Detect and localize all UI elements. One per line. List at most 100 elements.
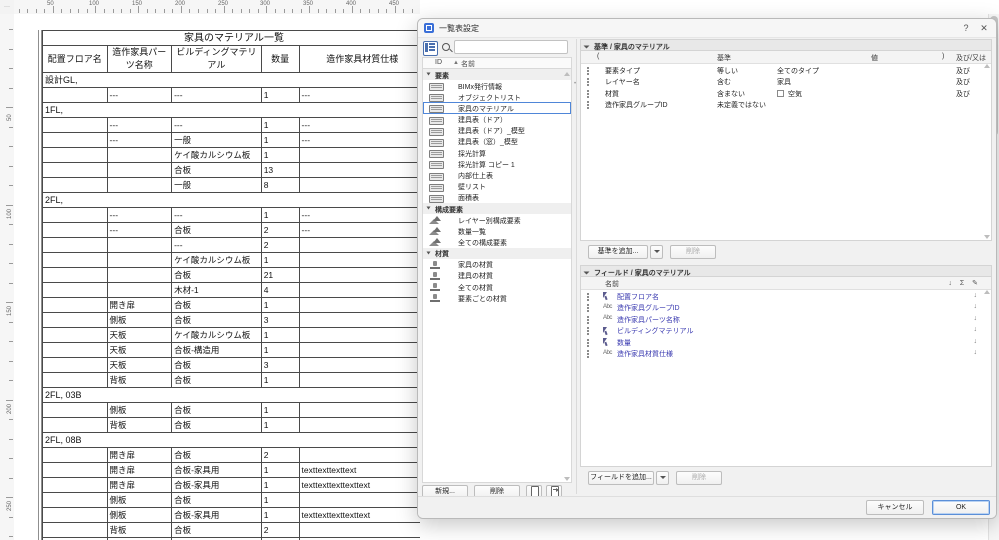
chevron-down-icon[interactable] [426, 206, 431, 210]
field-sort-icon[interactable]: ↓ [974, 349, 978, 356]
cancel-button[interactable]: キャンセル [866, 500, 924, 515]
criteria-scrollbar[interactable] [984, 64, 990, 239]
criterion-and-or[interactable]: 及び [956, 89, 970, 99]
chevron-down-icon[interactable] [426, 251, 431, 255]
tree-scrollbar[interactable] [564, 70, 570, 482]
tree-item[interactable]: 採光計算 コピー 1 [423, 158, 571, 170]
sort-indicator-icon[interactable]: ▲ [453, 60, 459, 66]
fields-header-icons[interactable]: ↓ Σ ✎ [948, 279, 981, 287]
tree-item[interactable]: 建具表（ドア） [423, 113, 571, 125]
criterion-name[interactable]: 要素タイプ [605, 66, 640, 76]
field-row[interactable]: Abc 造作家具材質仕様 ↓ [581, 348, 991, 360]
delete-criterion-button[interactable]: 削除 [670, 245, 716, 259]
criteria-section-header[interactable]: 基準 / 家具のマテリアル [580, 39, 992, 51]
fields-scrollbar[interactable] [984, 290, 990, 465]
criterion-and-or[interactable]: 及び [956, 77, 970, 87]
tree-item[interactable]: 全ての構成要素 [423, 236, 571, 248]
scroll-up-icon[interactable] [984, 290, 990, 294]
fields-list[interactable]: 名前 ↓ Σ ✎ 配置フロア名 ↓ Abc 造作家具グループID ↓ Abc 造作家具パーツ… [580, 277, 992, 467]
add-criterion-button[interactable]: 基準を追加... [588, 245, 648, 259]
tree-group-材質[interactable]: 材質 [423, 247, 571, 259]
drag-handle-icon[interactable] [587, 292, 589, 301]
criteria-row[interactable]: レイヤー名 含む 家具 及び [581, 76, 991, 88]
field-name[interactable]: 造作家具グループID [617, 303, 680, 313]
pane-divider[interactable] [576, 39, 577, 494]
criteria-list[interactable]: ( 基準 値 ) 及び/又は 要素タイプ 等しい 全てのタイプ 及び レイヤー名 含む 家具… [580, 51, 992, 241]
drag-handle-icon[interactable] [587, 101, 589, 109]
field-name[interactable]: 造作家具パーツ名称 [617, 315, 680, 325]
drag-handle-icon[interactable] [587, 304, 589, 312]
field-name[interactable]: 配置フロア名 [617, 292, 659, 302]
tree-item[interactable]: 建具の材質 [423, 269, 571, 281]
field-name[interactable]: 数量 [617, 338, 631, 348]
criterion-value[interactable]: 空気 [788, 89, 802, 99]
tree-item[interactable]: 要素ごとの材質 [423, 292, 571, 304]
list-view-icon[interactable] [423, 41, 438, 56]
help-icon[interactable]: ? [958, 21, 974, 35]
scroll-up-icon[interactable] [984, 64, 990, 68]
drag-handle-icon[interactable] [587, 78, 589, 86]
field-sort-icon[interactable]: ↓ [974, 326, 978, 333]
scroll-up-icon[interactable] [564, 72, 570, 76]
tree-item[interactable]: 壁リスト [423, 180, 571, 192]
field-row[interactable]: 数量 ↓ [581, 336, 991, 348]
tree-group-要素[interactable]: 要素 [423, 69, 571, 80]
search-input[interactable] [454, 40, 568, 54]
field-name[interactable]: 造作家具材質仕様 [617, 349, 673, 359]
divider-grip-icon[interactable]: • [574, 81, 578, 87]
drag-handle-icon[interactable] [587, 350, 589, 358]
tree-item[interactable]: BIMx発行情報 [423, 80, 571, 92]
tree-item[interactable]: 採光計算 [423, 147, 571, 159]
criterion-name[interactable]: レイヤー名 [605, 77, 640, 87]
field-sort-icon[interactable]: ↓ [974, 292, 978, 299]
criterion-and-or[interactable]: 及び [956, 66, 970, 76]
criterion-name[interactable]: 造作家具グループID [605, 100, 668, 110]
tree-item[interactable]: 建具表（窓）_模型 [423, 135, 571, 148]
field-row[interactable]: Abc 造作家具パーツ名称 ↓ [581, 313, 991, 325]
field-sort-icon[interactable]: ↓ [974, 315, 978, 322]
chevron-down-icon[interactable] [583, 271, 590, 275]
drag-handle-icon[interactable] [587, 327, 589, 335]
schedule-tree[interactable]: 要素 BIMx発行情報 オブジェクトリスト 家具のマテリアル 建具表（ドア） 建具表（ドア… [422, 68, 572, 483]
drag-handle-icon[interactable] [587, 66, 589, 75]
criteria-row[interactable]: 造作家具グループID 未定義ではない [581, 99, 991, 111]
fields-section-header[interactable]: フィールド / 家具のマテリアル [580, 265, 992, 277]
field-row[interactable]: 配置フロア名 ↓ [581, 290, 991, 302]
tree-item[interactable]: 家具の材質 [423, 258, 571, 270]
drag-handle-icon[interactable] [587, 315, 589, 324]
ok-button[interactable]: OK [932, 500, 990, 515]
field-sort-icon[interactable]: ↓ [974, 303, 978, 310]
criteria-row[interactable]: 要素タイプ 等しい 全てのタイプ 及び [581, 64, 991, 76]
criterion-operator[interactable]: 等しい [717, 66, 738, 76]
criterion-operator[interactable]: 未定義ではない [717, 100, 766, 110]
tree-item[interactable]: 内部仕上表 [423, 169, 571, 181]
criterion-checkbox[interactable] [777, 89, 784, 97]
field-sort-icon[interactable]: ↓ [974, 338, 978, 345]
drag-handle-icon[interactable] [587, 338, 589, 347]
field-row[interactable]: ビルディングマテリアル ↓ [581, 325, 991, 337]
add-field-dropdown[interactable] [656, 471, 669, 485]
criterion-operator[interactable]: 含まない [717, 89, 745, 99]
criterion-value[interactable]: 家具 [777, 77, 791, 87]
chevron-down-icon[interactable] [426, 72, 431, 76]
chevron-down-icon[interactable] [583, 45, 590, 49]
add-criterion-dropdown[interactable] [650, 245, 663, 259]
tree-item[interactable]: 数量一覧 [423, 225, 571, 237]
tree-item[interactable]: 家具のマテリアル [423, 102, 571, 114]
criterion-operator[interactable]: 含む [717, 77, 731, 87]
field-row[interactable]: Abc 造作家具グループID ↓ [581, 302, 991, 314]
field-name[interactable]: ビルディングマテリアル [617, 326, 693, 336]
delete-field-button[interactable]: 削除 [676, 471, 722, 485]
criterion-name[interactable]: 材質 [605, 89, 619, 99]
scroll-down-icon[interactable] [564, 477, 570, 481]
close-icon[interactable]: ✕ [976, 21, 992, 35]
tree-item[interactable]: 面積表 [423, 191, 571, 204]
criterion-value[interactable]: 全てのタイプ [777, 66, 819, 76]
tree-item[interactable]: 建具表（ドア）_模型 [423, 124, 571, 136]
tree-item[interactable]: オブジェクトリスト [423, 91, 571, 103]
tree-item[interactable]: レイヤー別構成要素 [423, 214, 571, 226]
scroll-down-icon[interactable] [984, 235, 990, 239]
drag-handle-icon[interactable] [587, 89, 589, 98]
tree-item[interactable]: 全ての材質 [423, 281, 571, 293]
tree-group-構成要素[interactable]: 構成要素 [423, 203, 571, 215]
